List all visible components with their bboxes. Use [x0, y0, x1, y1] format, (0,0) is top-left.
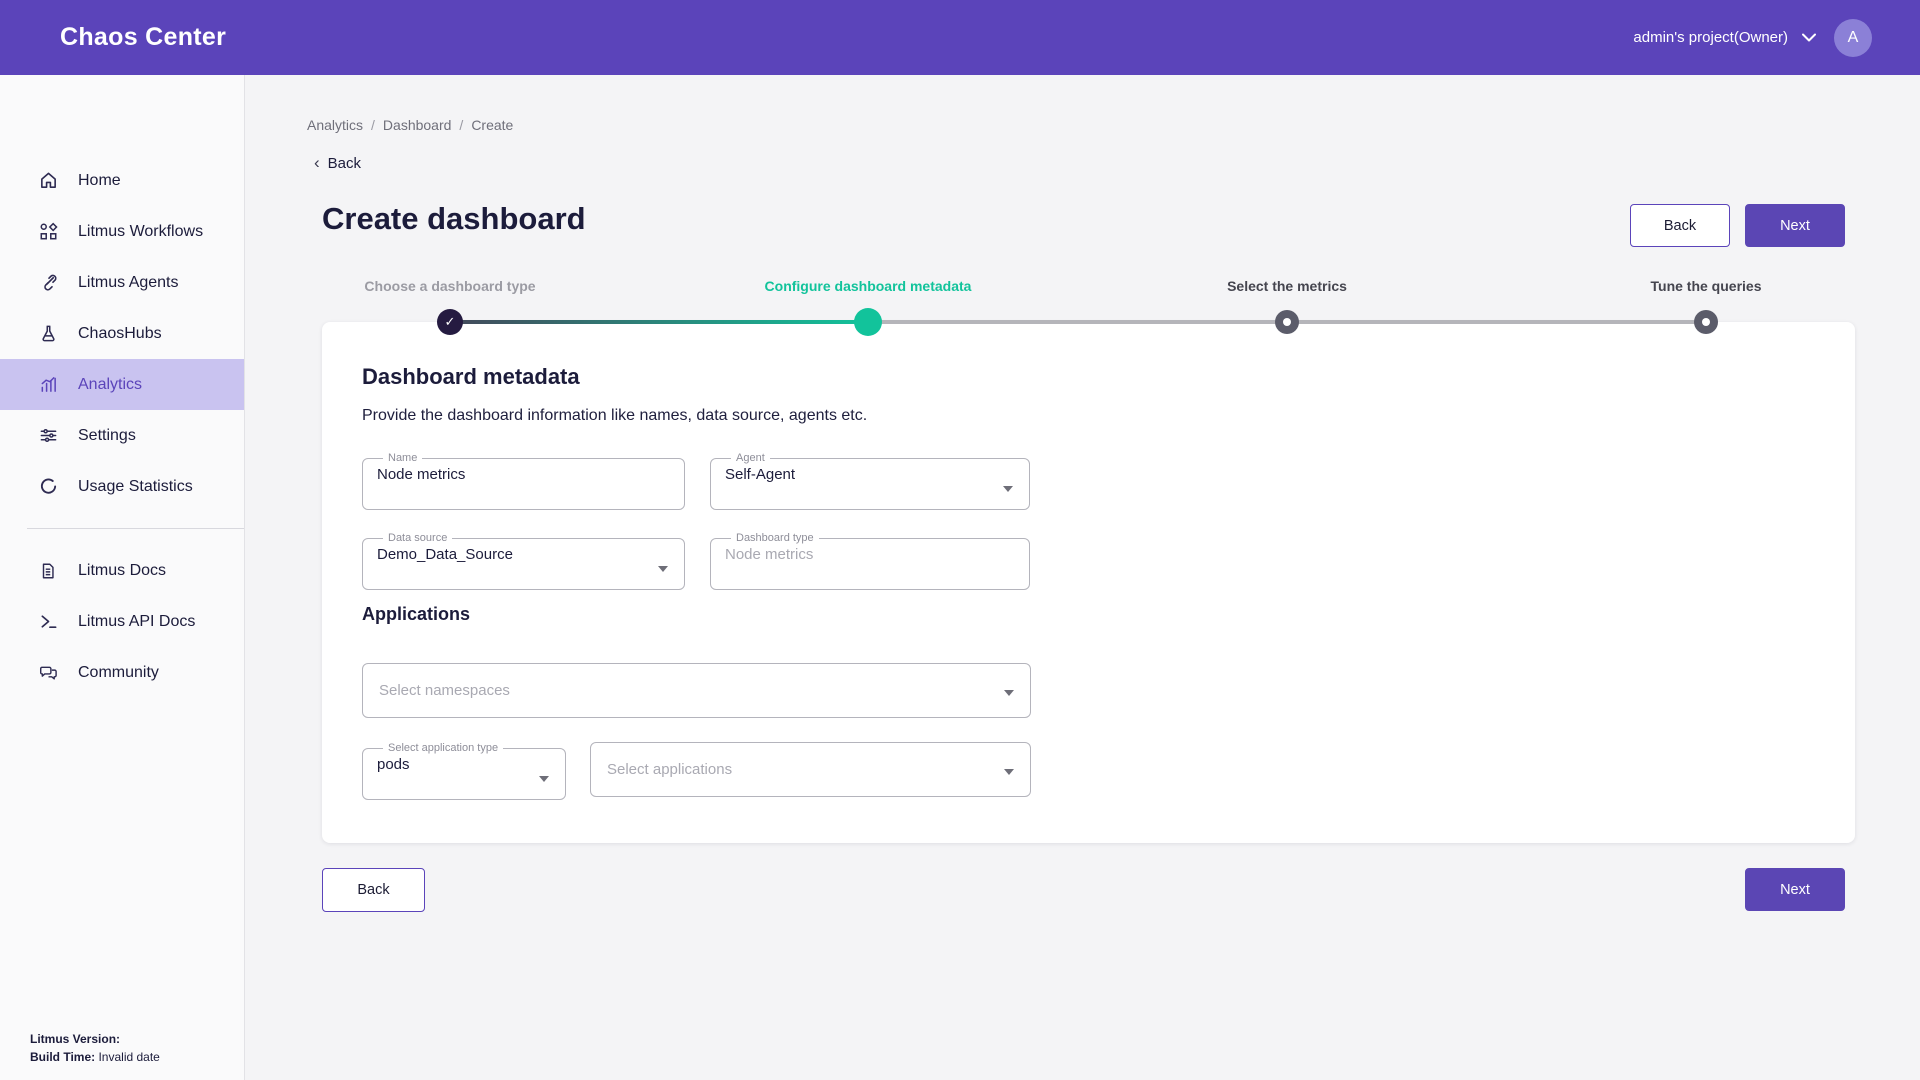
- sidebar-item-label: Analytics: [78, 376, 142, 394]
- namespaces-select[interactable]: [379, 682, 1014, 699]
- sidebar-item-label: Litmus Docs: [78, 562, 166, 580]
- sidebar-nav: Home Litmus Workflows Litmus Agents Chao…: [0, 155, 244, 698]
- page-title: Create dashboard: [322, 201, 586, 237]
- workflows-icon: [38, 222, 58, 242]
- link-icon: [38, 273, 58, 293]
- next-button-bottom[interactable]: Next: [1745, 868, 1845, 911]
- back-button-bottom[interactable]: Back: [322, 868, 425, 912]
- dashboard-metadata-card: Dashboard metadata Provide the dashboard…: [322, 322, 1855, 843]
- sliders-icon: [38, 426, 58, 446]
- sidebar-item-label: Litmus Workflows: [78, 223, 203, 241]
- dropdown-arrow-icon[interactable]: [1003, 486, 1013, 492]
- sidebar-item-label: Usage Statistics: [78, 478, 193, 496]
- version-info: Litmus Version: Build Time: Invalid date: [30, 1030, 160, 1066]
- breadcrumb-separator: /: [459, 117, 463, 133]
- chevron-down-icon[interactable]: [1802, 29, 1816, 46]
- sidebar-item-analytics[interactable]: Analytics: [0, 359, 244, 410]
- applications-heading: Applications: [362, 604, 470, 625]
- sidebar-item-label: Home: [78, 172, 121, 190]
- sidebar-item-home[interactable]: Home: [0, 155, 244, 206]
- terminal-icon: [38, 612, 58, 632]
- step-label-configure-metadata: Configure dashboard metadata: [658, 278, 1078, 294]
- bar-chart-icon: [38, 375, 58, 395]
- app-header: Chaos Center admin's project(Owner) A: [0, 0, 1920, 75]
- step-dot-tune-queries[interactable]: [1694, 310, 1718, 334]
- data-source-field: Data source: [362, 532, 685, 590]
- main-content: Analytics / Dashboard / Create ‹ Back Cr…: [246, 75, 1920, 1080]
- breadcrumb-separator: /: [371, 117, 375, 133]
- card-subheading: Provide the dashboard information like n…: [362, 407, 867, 425]
- sidebar-item-usage-statistics[interactable]: Usage Statistics: [0, 461, 244, 512]
- dropdown-arrow-icon[interactable]: [539, 776, 549, 782]
- name-field: Name: [362, 452, 685, 510]
- sidebar: Home Litmus Workflows Litmus Agents Chao…: [0, 75, 245, 1080]
- breadcrumb: Analytics / Dashboard / Create: [307, 117, 513, 133]
- sidebar-item-chaoshubs[interactable]: ChaosHubs: [0, 308, 244, 359]
- sidebar-item-label: ChaosHubs: [78, 325, 162, 343]
- dropdown-arrow-icon[interactable]: [1004, 690, 1014, 696]
- stepper-line-segment-3: [1287, 320, 1706, 324]
- stepper-line-segment-1: [450, 320, 868, 324]
- sidebar-divider: [27, 528, 244, 529]
- name-input[interactable]: [377, 466, 670, 483]
- step-label-choose-dashboard-type: Choose a dashboard type: [240, 278, 660, 294]
- flask-icon: [38, 324, 58, 344]
- sidebar-item-litmus-agents[interactable]: Litmus Agents: [0, 257, 244, 308]
- sidebar-item-label: Litmus Agents: [78, 274, 179, 292]
- breadcrumb-create[interactable]: Create: [471, 117, 513, 133]
- dashboard-type-field-label: Dashboard type: [731, 532, 819, 544]
- sidebar-item-label: Litmus API Docs: [78, 613, 195, 631]
- sidebar-item-settings[interactable]: Settings: [0, 410, 244, 461]
- project-dropdown[interactable]: admin's project(Owner): [1633, 29, 1816, 46]
- breadcrumb-dashboard[interactable]: Dashboard: [383, 117, 452, 133]
- avatar[interactable]: A: [1834, 19, 1872, 57]
- version-label: Litmus Version:: [30, 1032, 120, 1046]
- application-type-field: Select application type: [362, 742, 566, 800]
- agent-select[interactable]: [725, 466, 1015, 483]
- step-dot-completed[interactable]: ✓: [437, 309, 463, 335]
- sidebar-item-label: Settings: [78, 427, 136, 445]
- card-heading: Dashboard metadata: [362, 364, 580, 390]
- dropdown-arrow-icon[interactable]: [1004, 769, 1014, 775]
- step-dot-active[interactable]: [854, 308, 882, 336]
- dashboard-type-input[interactable]: [725, 546, 1015, 563]
- chat-bubbles-icon: [38, 663, 58, 683]
- dropdown-arrow-icon[interactable]: [658, 566, 668, 572]
- sidebar-item-community[interactable]: Community: [0, 647, 244, 698]
- sidebar-item-litmus-docs[interactable]: Litmus Docs: [0, 545, 244, 596]
- step-label-tune-queries: Tune the queries: [1496, 278, 1916, 294]
- dashboard-type-field: Dashboard type: [710, 532, 1030, 590]
- build-time-value: Invalid date: [98, 1050, 159, 1064]
- chevron-left-icon: ‹: [314, 153, 320, 173]
- step-dot-select-metrics[interactable]: [1275, 310, 1299, 334]
- applications-select[interactable]: [607, 761, 1014, 778]
- step-label-select-metrics: Select the metrics: [1077, 278, 1497, 294]
- project-label: admin's project(Owner): [1633, 29, 1788, 46]
- document-icon: [38, 561, 58, 581]
- back-button-top[interactable]: Back: [1630, 204, 1730, 247]
- back-link[interactable]: ‹ Back: [314, 153, 361, 173]
- namespaces-field: [362, 663, 1031, 718]
- data-source-select[interactable]: [377, 546, 670, 563]
- agent-field-label: Agent: [731, 452, 770, 464]
- name-field-label: Name: [383, 452, 422, 464]
- next-button-top[interactable]: Next: [1745, 204, 1845, 247]
- stepper-line-segment-2: [868, 320, 1287, 324]
- app-title: Chaos Center: [60, 23, 226, 52]
- breadcrumb-analytics[interactable]: Analytics: [307, 117, 363, 133]
- build-time-label: Build Time:: [30, 1050, 95, 1064]
- sidebar-item-litmus-api-docs[interactable]: Litmus API Docs: [0, 596, 244, 647]
- sidebar-item-label: Community: [78, 664, 159, 682]
- circle-arc-icon: [38, 477, 58, 497]
- application-type-field-label: Select application type: [383, 742, 503, 754]
- application-type-select[interactable]: [377, 756, 551, 773]
- applications-select-field: [590, 742, 1031, 797]
- sidebar-item-litmus-workflows[interactable]: Litmus Workflows: [0, 206, 244, 257]
- header-right: admin's project(Owner) A: [1633, 19, 1872, 57]
- back-link-label: Back: [328, 155, 361, 172]
- home-icon: [38, 171, 58, 191]
- check-icon: ✓: [445, 314, 456, 330]
- agent-field: Agent: [710, 452, 1030, 510]
- data-source-field-label: Data source: [383, 532, 452, 544]
